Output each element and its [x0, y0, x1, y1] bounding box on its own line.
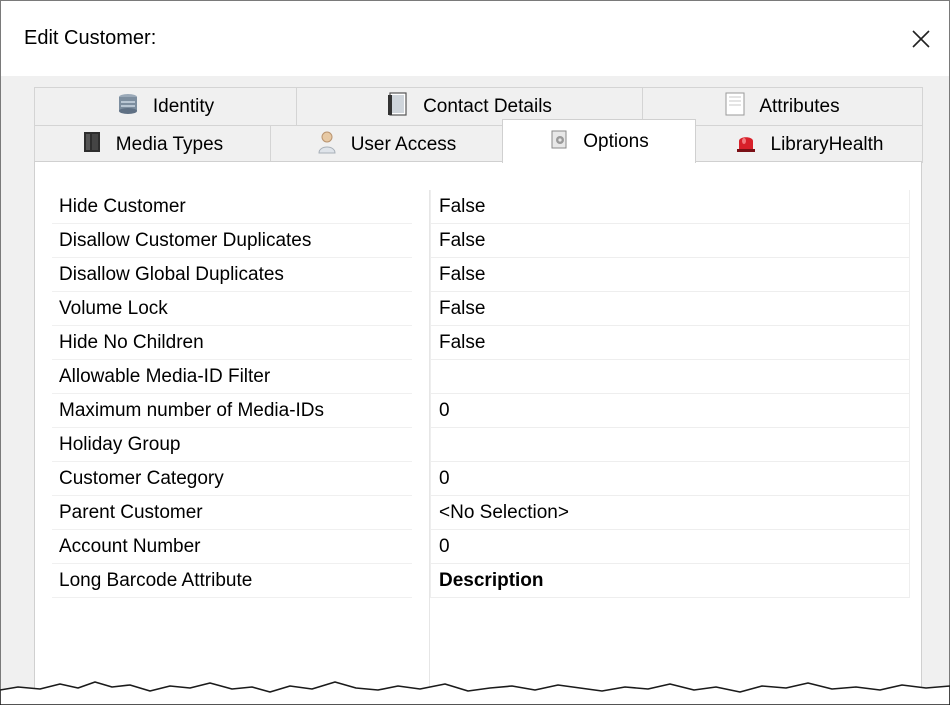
options-icon — [549, 128, 569, 156]
property-row[interactable]: Disallow Customer Duplicates False — [52, 224, 910, 258]
property-value[interactable]: 0 — [430, 530, 910, 564]
property-name: Customer Category — [52, 462, 412, 496]
property-value[interactable] — [430, 428, 910, 462]
property-row[interactable]: Long Barcode Attribute Description — [52, 564, 910, 598]
property-row[interactable]: Hide No Children False — [52, 326, 910, 360]
tab-identity[interactable]: Identity — [34, 87, 297, 125]
alarm-light-icon — [735, 131, 757, 159]
tab-media-types-label: Media Types — [115, 133, 224, 155]
property-row[interactable]: Customer Category 0 — [52, 462, 910, 496]
options-panel: Hide Customer False Disallow Customer Du… — [34, 161, 922, 704]
property-name: Long Barcode Attribute — [52, 564, 412, 598]
property-value[interactable]: False — [430, 224, 910, 258]
property-name: Volume Lock — [52, 292, 412, 326]
edit-customer-dialog: Edit Customer: Identity Contact Details … — [0, 0, 950, 705]
property-value[interactable]: False — [430, 190, 910, 224]
property-row[interactable]: Parent Customer <No Selection> — [52, 496, 910, 530]
tab-libraryhealth-label: LibraryHealth — [770, 133, 884, 155]
property-value[interactable]: 0 — [430, 462, 910, 496]
property-name: Hide No Children — [52, 326, 412, 360]
property-row[interactable]: Account Number 0 — [52, 530, 910, 564]
property-grid: Hide Customer False Disallow Customer Du… — [52, 190, 910, 704]
tab-contact-details-label: Contact Details — [423, 95, 552, 117]
tab-user-access[interactable]: User Access — [270, 125, 503, 163]
property-row[interactable]: Maximum number of Media-IDs 0 — [52, 394, 910, 428]
property-name: Disallow Global Duplicates — [52, 258, 412, 292]
property-name: Holiday Group — [52, 428, 412, 462]
property-value[interactable]: <No Selection> — [430, 496, 910, 530]
property-value[interactable]: False — [430, 258, 910, 292]
property-name: Disallow Customer Duplicates — [52, 224, 412, 258]
tab-options[interactable]: Options — [502, 119, 696, 163]
property-row[interactable]: Holiday Group — [52, 428, 910, 462]
torn-edge-decoration — [0, 681, 950, 705]
title-bar: Edit Customer: — [1, 1, 949, 76]
contact-card-icon — [387, 91, 409, 122]
tab-libraryhealth[interactable]: LibraryHealth — [695, 125, 923, 163]
tab-media-types[interactable]: Media Types — [34, 125, 271, 163]
tab-attributes-label: Attributes — [759, 95, 840, 117]
tab-options-label: Options — [583, 130, 649, 152]
property-value[interactable]: Description — [430, 564, 910, 598]
property-row[interactable]: Volume Lock False — [52, 292, 910, 326]
close-button[interactable] — [903, 21, 939, 57]
dialog-title: Edit Customer: — [24, 27, 157, 49]
property-name: Account Number — [52, 530, 412, 564]
property-value[interactable]: 0 — [430, 394, 910, 428]
attributes-page-icon — [725, 92, 745, 122]
property-value[interactable]: False — [430, 326, 910, 360]
property-value[interactable] — [430, 360, 910, 394]
property-row[interactable]: Allowable Media-ID Filter — [52, 360, 910, 394]
property-name: Allowable Media-ID Filter — [52, 360, 412, 394]
user-icon — [317, 130, 337, 160]
media-book-icon — [82, 131, 102, 159]
close-icon — [912, 30, 930, 48]
property-value[interactable]: False — [430, 292, 910, 326]
property-name: Maximum number of Media-IDs — [52, 394, 412, 428]
server-icon — [117, 93, 139, 121]
tab-identity-label: Identity — [152, 95, 215, 117]
property-name: Hide Customer — [52, 190, 412, 224]
property-row[interactable]: Disallow Global Duplicates False — [52, 258, 910, 292]
property-name: Parent Customer — [52, 496, 412, 530]
tab-user-access-label: User Access — [350, 133, 457, 155]
property-row[interactable]: Hide Customer False — [52, 190, 910, 224]
